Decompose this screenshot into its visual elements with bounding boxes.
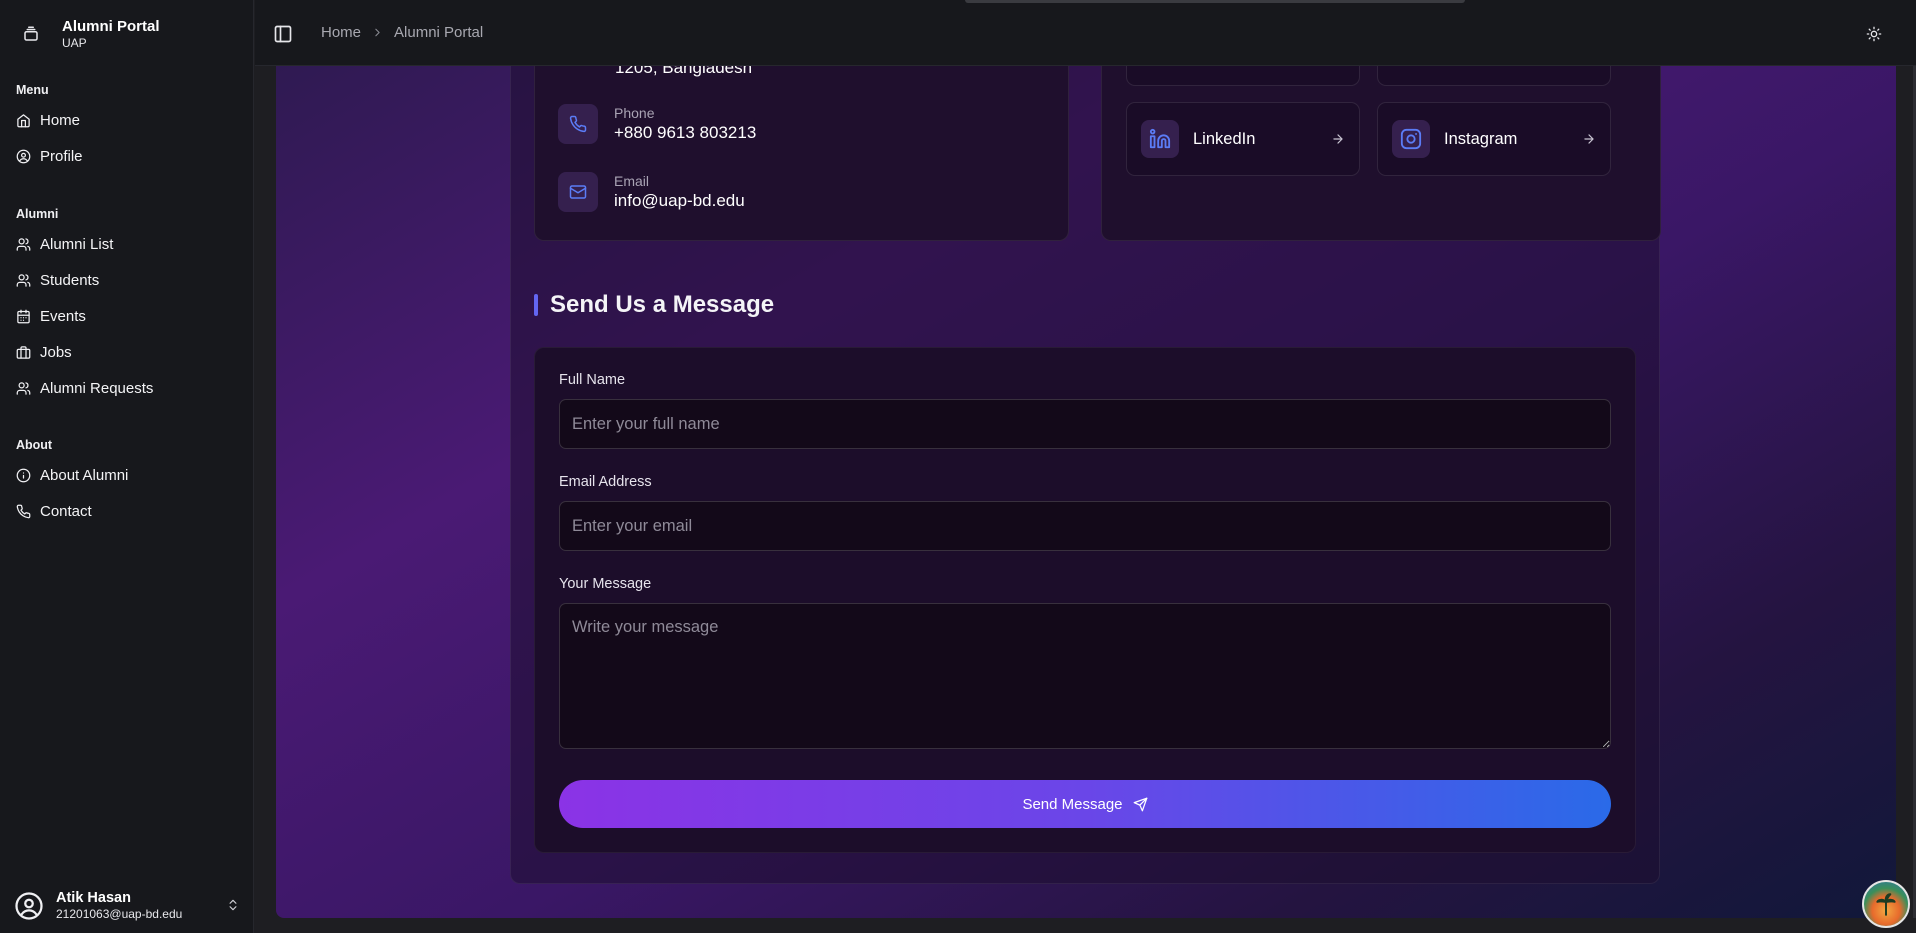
group-label-about: About	[16, 438, 53, 452]
instagram-icon	[1400, 128, 1422, 150]
user-circle-icon	[16, 149, 31, 163]
phone-row: Phone +880 9613 803213	[558, 102, 756, 146]
phone-icon	[569, 115, 587, 133]
arrow-right-icon	[1333, 134, 1343, 144]
section-title-text: Send Us a Message	[550, 291, 775, 318]
sidebar-item-contact[interactable]: Contact	[0, 493, 254, 529]
nav-group-about: About About Alumni Contact	[0, 435, 254, 529]
send-message-button[interactable]: Send Message	[559, 780, 1611, 828]
message-label: Your Message	[559, 576, 652, 592]
mail-icon	[569, 185, 587, 199]
users-icon	[16, 273, 31, 287]
linkedin-label: LinkedIn	[1193, 129, 1256, 148]
sun-icon	[1866, 26, 1882, 42]
sidebar-item-label: Profile	[40, 147, 83, 165]
topbar: Home Alumni Portal	[255, 0, 1916, 66]
section-title: Send Us a Message	[534, 291, 774, 319]
panel-left-icon	[274, 25, 292, 43]
sidebar-item-about-alumni[interactable]: About Alumni	[0, 457, 254, 493]
phone-icon-box	[558, 104, 598, 144]
email-label: Email	[614, 173, 650, 189]
users-icon	[16, 381, 31, 395]
floating-assistant-avatar[interactable]	[1862, 880, 1910, 928]
theme-toggle-button[interactable]	[1862, 22, 1886, 46]
sidebar-item-label: Jobs	[40, 343, 72, 361]
send-button-label: Send Message	[1022, 795, 1123, 813]
sidebar-item-label: Contact	[40, 502, 92, 520]
sidebar-item-alumni-requests[interactable]: Alumni Requests	[0, 370, 254, 406]
user-email: 21201063@uap-bd.edu	[56, 907, 183, 921]
user-avatar-icon	[15, 892, 43, 920]
full-name-input[interactable]	[559, 399, 1611, 449]
message-textarea[interactable]	[559, 603, 1611, 749]
linkedin-link[interactable]: LinkedIn	[1126, 102, 1360, 176]
sidebar: Alumni Portal UAP Menu Home Profile Alum…	[0, 0, 254, 933]
linkedin-icon	[1149, 128, 1171, 149]
address-value: 1205, Bangladesh	[615, 66, 753, 77]
contact-info-card	[534, 66, 1069, 241]
breadcrumb: Home Alumni Portal	[321, 24, 483, 41]
users-icon	[16, 237, 31, 251]
sidebar-item-label: Events	[40, 307, 86, 325]
app-title: Alumni Portal	[62, 17, 160, 35]
phone-icon	[16, 504, 31, 518]
send-icon	[1133, 797, 1147, 811]
sidebar-item-label: Students	[40, 271, 100, 289]
social-link-partial[interactable]	[1126, 66, 1360, 86]
arrow-right-icon	[1584, 134, 1594, 144]
app-subtitle: UAP	[62, 35, 87, 50]
sidebar-item-students[interactable]: Students	[0, 262, 254, 298]
brand[interactable]: Alumni Portal UAP	[14, 14, 160, 54]
sidebar-item-label: Home	[40, 111, 81, 129]
social-link-partial[interactable]	[1377, 66, 1611, 86]
user-menu[interactable]: Atik Hasan 21201063@uap-bd.edu	[14, 884, 240, 928]
sidebar-item-label: About Alumni	[40, 466, 129, 484]
group-label-menu: Menu	[16, 83, 49, 97]
email-value[interactable]: info@uap-bd.edu	[614, 190, 745, 212]
sidebar-item-jobs[interactable]: Jobs	[0, 334, 254, 370]
section-accent-bar	[534, 294, 538, 316]
instagram-label: Instagram	[1444, 129, 1518, 148]
phone-label: Phone	[614, 105, 655, 121]
mail-icon-box	[558, 172, 598, 212]
user-name: Atik Hasan	[56, 890, 131, 906]
nav-group-alumni: Alumni Alumni List Students Events Jobs …	[0, 204, 254, 406]
sidebar-item-profile[interactable]: Profile	[0, 138, 254, 174]
gallery-stack-icon	[14, 17, 48, 51]
palm-tree-icon	[1876, 893, 1896, 916]
sidebar-item-home[interactable]: Home	[0, 102, 254, 138]
email-row: Email info@uap-bd.edu	[558, 170, 745, 214]
phone-value: +880 9613 803213	[614, 123, 757, 142]
chevrons-up-down-icon	[229, 899, 237, 911]
email-address-label: Email Address	[559, 474, 652, 490]
breadcrumb-home[interactable]: Home	[321, 24, 361, 41]
full-name-label: Full Name	[559, 372, 626, 388]
instagram-icon-box	[1392, 120, 1430, 158]
sidebar-item-label: Alumni Requests	[40, 379, 154, 397]
window-notch	[965, 0, 1465, 3]
sidebar-item-alumni-list[interactable]: Alumni List	[0, 226, 254, 262]
email-address-input[interactable]	[559, 501, 1611, 551]
sidebar-item-label: Alumni List	[40, 235, 114, 253]
breadcrumb-current: Alumni Portal	[394, 24, 484, 41]
briefcase-icon	[16, 345, 31, 359]
group-label-alumni: Alumni	[16, 207, 59, 221]
instagram-link[interactable]: Instagram	[1377, 102, 1611, 176]
sidebar-toggle-button[interactable]	[271, 22, 295, 46]
calendar-icon	[17, 309, 30, 323]
info-icon	[16, 468, 31, 482]
sidebar-item-events[interactable]: Events	[0, 298, 254, 334]
main-content: 1205, Bangladesh Phone +880 9613 803213 …	[276, 66, 1896, 918]
nav-group-menu: Menu Home Profile	[0, 80, 254, 174]
linkedin-icon-box	[1141, 120, 1179, 158]
chevron-right-icon	[375, 28, 380, 37]
home-icon	[17, 113, 30, 127]
